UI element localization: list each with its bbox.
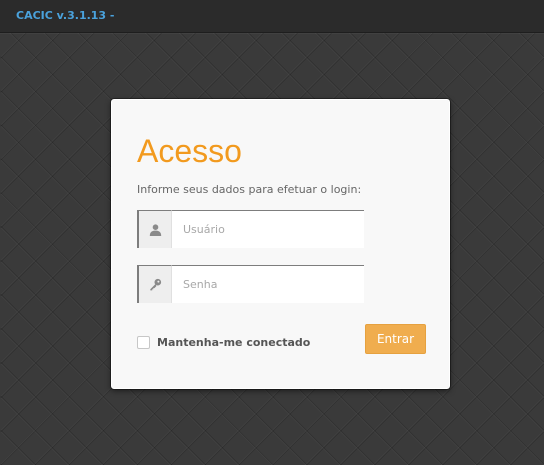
remember-me-label: Mantenha-me conectado (157, 336, 311, 349)
login-button[interactable]: Entrar (365, 324, 426, 354)
login-instructions: Informe seus dados para efetuar o login: (137, 183, 362, 196)
user-icon (137, 210, 172, 248)
password-input[interactable] (172, 265, 364, 303)
key-icon (137, 265, 172, 303)
brand-link[interactable]: CACIC v.3.1.13 - (16, 9, 114, 22)
username-input[interactable] (172, 210, 364, 248)
username-field-group (137, 210, 364, 248)
top-navbar: CACIC v.3.1.13 - (0, 0, 544, 33)
remember-me-option[interactable]: Mantenha-me conectado (137, 336, 310, 349)
login-panel: Acesso Informe seus dados para efetuar o… (111, 99, 450, 389)
password-field-group (137, 265, 364, 303)
page-title: Acesso (137, 133, 242, 169)
remember-me-checkbox[interactable] (137, 336, 150, 349)
